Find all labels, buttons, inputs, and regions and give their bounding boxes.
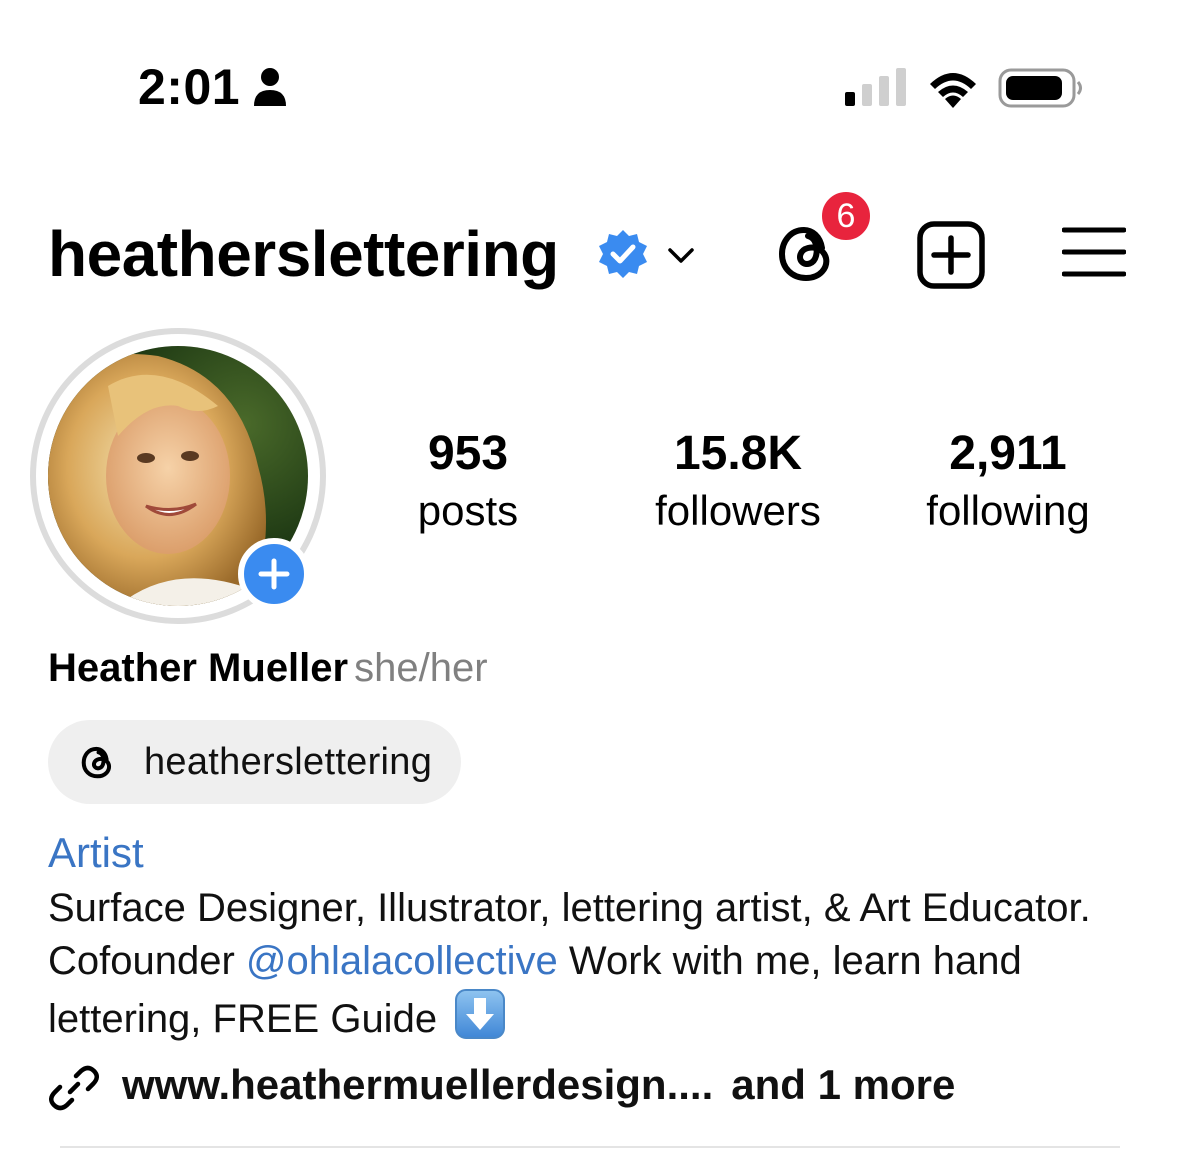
stat-followers-label: followers: [655, 487, 821, 534]
stat-posts[interactable]: 953 posts: [348, 430, 588, 532]
bio-mention-link[interactable]: @ohlalacollective: [246, 939, 558, 983]
stat-following-label: following: [926, 487, 1090, 534]
profile-full-name: Heather Mueller she/her: [48, 646, 488, 690]
battery-icon: [998, 68, 1082, 108]
pronouns: she/her: [354, 646, 488, 690]
stat-posts-count: 953: [427, 427, 509, 480]
hamburger-menu-icon[interactable]: [1062, 224, 1126, 280]
status-time: 2:01: [138, 59, 241, 115]
chevron-down-icon[interactable]: [664, 238, 698, 272]
verified-badge-icon: [599, 230, 647, 278]
plus-square-icon[interactable]: [916, 220, 986, 290]
website-link[interactable]: www.heathermuellerdesign....: [122, 1061, 713, 1108]
person-icon: [254, 68, 286, 106]
more-links[interactable]: and 1 more: [731, 1061, 955, 1108]
threads-profile-chip[interactable]: heatherslettering: [48, 720, 461, 804]
profile-category[interactable]: Artist: [48, 829, 144, 876]
threads-icon: [81, 746, 112, 779]
link-icon: [49, 1065, 99, 1111]
down-arrow-emoji-icon: [455, 989, 506, 1039]
threads-chip-label: heatherslettering: [144, 740, 433, 783]
plus-icon: [258, 558, 290, 590]
stat-following[interactable]: 2,911 following: [888, 430, 1128, 532]
stat-followers-count: 15.8K: [673, 427, 803, 480]
profile-username[interactable]: heatherslettering: [48, 222, 559, 286]
cellular-signal-icon: [845, 68, 906, 106]
profile-links[interactable]: www.heathermuellerdesign.... and 1 more: [122, 1061, 955, 1108]
stat-following-count: 2,911: [949, 427, 1067, 480]
add-story-button[interactable]: [238, 538, 310, 610]
divider: [60, 1146, 1120, 1148]
wifi-icon: [930, 73, 976, 108]
full-name-text: Heather Mueller: [48, 646, 349, 690]
stat-followers[interactable]: 15.8K followers: [618, 430, 858, 532]
profile-bio: Surface Designer, Illustrator, lettering…: [48, 882, 1128, 1046]
notification-badge: 6: [818, 188, 874, 244]
stat-posts-label: posts: [417, 487, 519, 534]
